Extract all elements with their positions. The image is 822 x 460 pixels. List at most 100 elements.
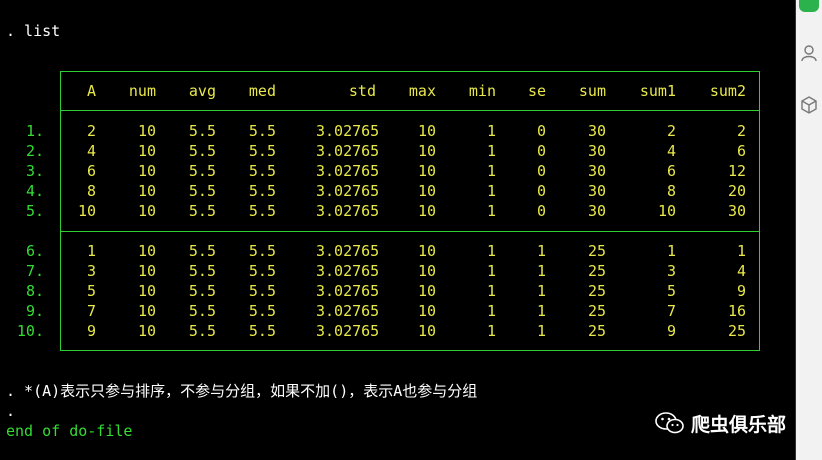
column-header-max: max <box>408 82 436 100</box>
table-cell-sum: 25 <box>587 242 606 260</box>
table-cell-sum1: 9 <box>666 322 676 340</box>
table-cell-avg: 5.5 <box>188 182 216 200</box>
table-cell-std: 3.02765 <box>316 242 380 260</box>
chat-indicator <box>799 0 819 12</box>
table-cell-se: 1 <box>536 262 546 280</box>
table-cell-avg: 5.5 <box>188 162 216 180</box>
table-cell-max: 10 <box>417 162 436 180</box>
table-cell-A: 1 <box>86 242 96 260</box>
table-cell-sum: 30 <box>587 182 606 200</box>
table-cell-max: 10 <box>417 142 436 160</box>
table-cell-med: 5.5 <box>248 202 276 220</box>
table-cell-sum1: 3 <box>666 262 676 280</box>
table-cell-avg: 5.5 <box>188 142 216 160</box>
table-cell-sum: 25 <box>587 322 606 340</box>
table-cell-std: 3.02765 <box>316 122 380 140</box>
cube-icon[interactable] <box>800 96 818 114</box>
table-cell-num: 10 <box>137 202 156 220</box>
table-cell-num: 10 <box>137 122 156 140</box>
column-header-avg: avg <box>188 82 216 100</box>
table-cell-sum1: 2 <box>666 122 676 140</box>
table-cell-sum: 30 <box>587 162 606 180</box>
table-cell-sum1: 1 <box>666 242 676 260</box>
table-cell-sum1: 10 <box>657 202 676 220</box>
table-cell-avg: 5.5 <box>188 262 216 280</box>
table-cell-se: 0 <box>536 122 546 140</box>
group-divider <box>60 231 760 232</box>
table-cell-avg: 5.5 <box>188 122 216 140</box>
table-cell-sum2: 30 <box>727 202 746 220</box>
table-cell-num: 10 <box>137 282 156 300</box>
right-sidebar <box>796 0 822 460</box>
table-cell-std: 3.02765 <box>316 302 380 320</box>
table-cell-sum2: 16 <box>727 302 746 320</box>
table-cell-num: 10 <box>137 142 156 160</box>
table-cell-sum2: 20 <box>727 182 746 200</box>
table-cell-avg: 5.5 <box>188 302 216 320</box>
wechat-icon <box>655 412 685 434</box>
table-cell-med: 5.5 <box>248 162 276 180</box>
table-cell-se: 0 <box>536 142 546 160</box>
table-cell-std: 3.02765 <box>316 322 380 340</box>
table-cell-se: 1 <box>536 282 546 300</box>
stata-results-window: . list Anum avg med std max min se sum sum1 sum2 1… <box>0 0 796 460</box>
table-cell-med: 5.5 <box>248 182 276 200</box>
table-cell-sum2: 6 <box>736 142 746 160</box>
table-cell-A: 6 <box>86 162 96 180</box>
table-cell-A: 3 <box>86 262 96 280</box>
column-header-std: std <box>348 82 376 100</box>
table-cell-sum2: 12 <box>727 162 746 180</box>
column-header-sum1: sum1 <box>639 82 676 100</box>
table-cell-sum1: 8 <box>666 182 676 200</box>
table-cell-std: 3.02765 <box>316 142 380 160</box>
table-cell-sum1: 7 <box>666 302 676 320</box>
prompt-dot: . <box>6 402 16 420</box>
table-cell-max: 10 <box>417 302 436 320</box>
table-cell-max: 10 <box>417 182 436 200</box>
column-header-se: se <box>527 82 546 100</box>
table-cell-se: 1 <box>536 242 546 260</box>
table-cell-max: 10 <box>417 242 436 260</box>
table-cell-max: 10 <box>417 282 436 300</box>
table-cell-sum: 25 <box>587 302 606 320</box>
table-cell-med: 5.5 <box>248 142 276 160</box>
table-cell-sum: 25 <box>587 282 606 300</box>
table-cell-se: 0 <box>536 182 546 200</box>
user-icon[interactable] <box>800 44 818 62</box>
table-cell-med: 5.5 <box>248 282 276 300</box>
table-cell-sum: 30 <box>587 122 606 140</box>
header-divider <box>60 110 760 111</box>
table-cell-A: 7 <box>86 302 96 320</box>
table-cell-num: 10 <box>137 182 156 200</box>
table-cell-A: 8 <box>86 182 96 200</box>
table-cell-A: 9 <box>86 322 96 340</box>
table-cell-se: 1 <box>536 302 546 320</box>
table-cell-num: 10 <box>137 322 156 340</box>
table-cell-se: 1 <box>536 322 546 340</box>
table-cell-std: 3.02765 <box>316 262 380 280</box>
table-cell-sum1: 5 <box>666 282 676 300</box>
table-cell-med: 5.5 <box>248 322 276 340</box>
table-cell-max: 10 <box>417 122 436 140</box>
table-cell-std: 3.02765 <box>316 182 380 200</box>
table-cell-med: 5.5 <box>248 262 276 280</box>
table-cell-avg: 5.5 <box>188 322 216 340</box>
table-cell-max: 10 <box>417 202 436 220</box>
comment-line: . *(A)表示只参与排序，不参与分组，如果不加()，表示A也参与分组 <box>6 382 478 400</box>
table-cell-sum: 30 <box>587 202 606 220</box>
table-cell-num: 10 <box>137 242 156 260</box>
table-cell-sum2: 25 <box>727 322 746 340</box>
table-cell-A: 10 <box>77 202 96 220</box>
table-cell-std: 3.02765 <box>316 162 380 180</box>
table-cell-sum2: 2 <box>736 122 746 140</box>
table-cell-num: 10 <box>137 262 156 280</box>
table-cell-max: 10 <box>417 262 436 280</box>
table-cell-A: 2 <box>86 122 96 140</box>
table-cell-se: 0 <box>536 202 546 220</box>
table-cell-sum1: 6 <box>666 162 676 180</box>
column-header-sum: sum <box>578 82 606 100</box>
table-cell-se: 0 <box>536 162 546 180</box>
table-cell-std: 3.02765 <box>316 202 380 220</box>
table-cell-A: 5 <box>86 282 96 300</box>
table-cell-sum: 25 <box>587 262 606 280</box>
